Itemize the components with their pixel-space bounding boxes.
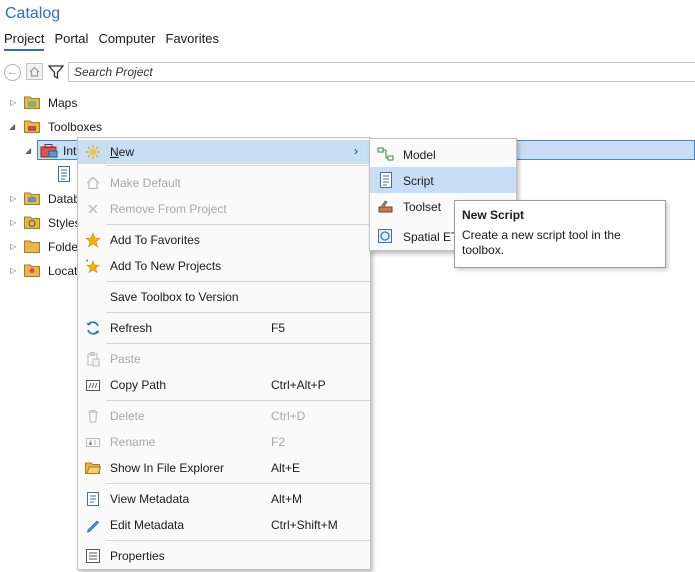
tree-item-maps[interactable]: ▷ Maps — [0, 92, 695, 112]
tree-item-script[interactable] — [55, 164, 75, 184]
toolbox-icon — [40, 143, 58, 158]
filter-icon[interactable] — [47, 63, 65, 81]
home-icon — [85, 175, 101, 191]
pencil-icon — [85, 517, 101, 533]
toolboxes-folder-icon — [24, 119, 40, 133]
menu-item-properties[interactable]: Properties — [78, 544, 370, 568]
menu-item-remove-from-project: Remove From Project — [78, 197, 370, 221]
tree-item-label: Folde — [48, 240, 79, 254]
submenu-item-script[interactable]: Script — [370, 167, 516, 193]
tab-portal[interactable]: Portal — [54, 31, 88, 51]
databases-folder-icon — [24, 191, 40, 205]
back-arrow-icon[interactable]: ← — [4, 64, 21, 81]
expand-icon[interactable]: ▷ — [10, 266, 16, 275]
sparkle-icon — [85, 144, 101, 160]
collapse-icon[interactable]: ◢ — [9, 122, 15, 131]
expand-icon[interactable]: ▷ — [10, 242, 16, 251]
tree-item-folders[interactable]: ▷ Folde — [0, 236, 79, 256]
tree-item-locators[interactable]: ▷ Locat — [0, 260, 77, 280]
menu-item-rename: Rename F2 — [78, 430, 370, 454]
tab-favorites[interactable]: Favorites — [166, 31, 219, 51]
paste-icon — [85, 351, 101, 367]
menu-separator — [106, 483, 370, 484]
tree-item-label: Int — [63, 144, 77, 158]
menu-separator — [106, 343, 370, 344]
menu-separator — [106, 224, 370, 225]
tree-item-label: Toolboxes — [48, 120, 103, 134]
copy-path-icon — [85, 377, 101, 393]
folder-open-icon — [85, 460, 102, 476]
menu-item-edit-metadata[interactable]: Edit Metadata Ctrl+Shift+M — [78, 513, 370, 537]
search-input[interactable]: Search Project — [68, 62, 695, 82]
menu-item-delete: Delete Ctrl+D — [78, 404, 370, 428]
rename-icon — [85, 434, 101, 450]
tree-item-label: Locat — [48, 264, 78, 278]
tree-item-toolboxes[interactable]: ◢ Toolboxes — [0, 116, 695, 136]
menu-separator — [106, 165, 370, 166]
toolset-icon — [377, 198, 395, 214]
tree-item-toolbox[interactable]: ◢ Int — [0, 140, 77, 160]
menu-item-save-toolbox-to-version[interactable]: Save Toolbox to Version — [78, 285, 370, 309]
menu-item-paste: Paste — [78, 347, 370, 371]
menu-item-copy-path[interactable]: Copy Path Ctrl+Alt+P — [78, 373, 370, 397]
tab-computer[interactable]: Computer — [98, 31, 155, 51]
styles-folder-icon — [24, 215, 40, 229]
menu-separator — [106, 400, 370, 401]
script-icon — [57, 166, 73, 182]
submenu-arrow-icon: › — [354, 144, 358, 158]
home-icon[interactable] — [26, 63, 43, 80]
model-icon — [377, 146, 395, 162]
locators-folder-icon — [24, 263, 40, 277]
star-icon — [85, 232, 101, 248]
menu-item-refresh[interactable]: Refresh F5 — [78, 316, 370, 340]
pane-title: Catalog — [5, 5, 61, 22]
tree-item-styles[interactable]: ▷ Styles — [0, 212, 81, 232]
properties-icon — [85, 548, 101, 564]
menu-separator — [106, 312, 370, 313]
menu-item-add-to-new-projects[interactable]: Add To New Projects — [78, 254, 370, 278]
expand-icon[interactable]: ▷ — [10, 98, 16, 107]
tooltip: New Script Create a new script tool in t… — [454, 200, 666, 268]
tab-project[interactable]: Project — [4, 31, 45, 51]
menu-separator — [106, 281, 370, 282]
folders-icon — [24, 239, 40, 253]
spatial-etl-icon — [377, 228, 395, 244]
menu-item-make-default: Make Default — [78, 171, 370, 195]
expand-icon[interactable]: ▷ — [10, 218, 16, 227]
close-icon — [85, 201, 101, 217]
tree-item-label: Datab — [48, 192, 81, 206]
catalog-tabs: Project Portal Computer Favorites — [4, 31, 229, 51]
maps-folder-icon — [24, 95, 40, 109]
expand-icon[interactable]: ▷ — [10, 194, 16, 203]
menu-separator — [106, 540, 370, 541]
submenu-item-model[interactable]: Model — [370, 141, 516, 167]
context-menu: New › Make Default Remove From Project A… — [77, 137, 371, 570]
metadata-icon — [85, 491, 101, 507]
tooltip-title: New Script — [462, 208, 525, 222]
tooltip-body: Create a new script tool in the toolbox. — [462, 228, 621, 257]
star-sparkle-icon — [85, 258, 101, 274]
tree-item-databases[interactable]: ▷ Datab — [0, 188, 81, 208]
menu-item-view-metadata[interactable]: View Metadata Alt+M — [78, 487, 370, 511]
menu-item-new[interactable]: New › — [78, 140, 370, 164]
script-icon — [377, 172, 395, 188]
collapse-icon[interactable]: ◢ — [25, 146, 31, 155]
menu-item-add-to-favorites[interactable]: Add To Favorites — [78, 228, 370, 252]
catalog-toolbar: ← Search Project — [0, 61, 695, 83]
tree-item-label: Maps — [48, 96, 78, 110]
refresh-icon — [85, 320, 101, 336]
trash-icon — [85, 408, 101, 424]
menu-item-show-in-file-explorer[interactable]: Show In File Explorer Alt+E — [78, 456, 370, 480]
tree-item-label: Styles — [48, 216, 81, 230]
